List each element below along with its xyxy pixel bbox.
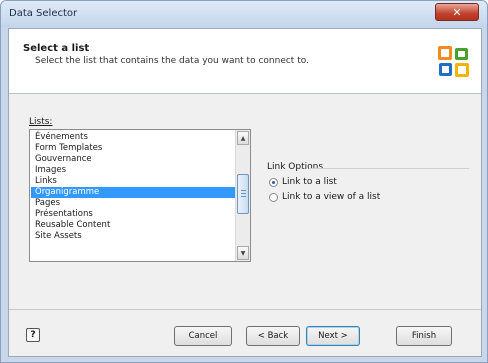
link-options-title: Link Options [267,162,324,172]
link-to-view-label: Link to a view of a list [282,192,381,202]
lists-listbox[interactable]: Événements Form Templates Gouvernance Im… [29,129,251,262]
title-bar: Data Selector ✕ [1,1,487,27]
next-button[interactable]: Next > [306,326,360,346]
cancel-button[interactable]: Cancel [174,326,232,346]
link-to-list-label: Link to a list [282,177,337,187]
page-title: Select a list [23,43,90,54]
list-item[interactable]: Pages [31,198,236,209]
scroll-down-button[interactable]: ▼ [237,246,249,260]
list-item[interactable]: Événements [31,132,236,143]
link-to-view-option[interactable]: Link to a view of a list [269,192,380,202]
finish-button[interactable]: Finish [396,326,452,346]
wizard-header: Select a list Select the list that conta… [9,29,481,94]
lists-label: Lists: [29,117,53,127]
list-item[interactable]: Images [31,165,236,176]
scroll-up-button[interactable]: ▲ [237,131,249,145]
back-button[interactable]: < Back [246,326,300,346]
close-button[interactable]: ✕ [435,3,479,21]
chevron-down-icon: ▼ [240,249,246,257]
grip-line [241,193,246,194]
link-options-divider [309,168,469,169]
list-item[interactable]: Présentations [31,209,236,220]
list-scrollbar[interactable]: ▲ ▼ [235,130,250,261]
office-logo-icon [438,46,469,77]
list-item[interactable]: Form Templates [31,143,236,154]
list-item[interactable]: Links [31,176,236,187]
help-icon: ? [30,330,36,340]
help-button[interactable]: ? [26,328,40,342]
radio-unselected-icon[interactable] [269,192,278,202]
grip-line [241,190,246,191]
list-item[interactable]: Gouvernance [31,154,236,165]
chevron-up-icon: ▲ [240,134,246,142]
list-item[interactable]: Site Assets [31,231,236,242]
data-selector-window: Data Selector ✕ Select a list Select the… [0,0,488,363]
grip-line [241,196,246,197]
close-icon: ✕ [452,5,462,19]
link-to-list-option[interactable]: Link to a list [269,177,337,187]
window-title: Data Selector [9,8,78,19]
dialog-body: Select a list Select the list that conta… [8,28,482,357]
footer-divider [9,309,481,310]
radio-selected-icon[interactable] [269,177,278,187]
list-item-selected[interactable]: Organigramme [31,187,236,198]
scroll-thumb[interactable] [237,174,249,214]
list-item[interactable]: Reusable Content [31,220,236,231]
page-description: Select the list that contains the data y… [35,56,309,66]
